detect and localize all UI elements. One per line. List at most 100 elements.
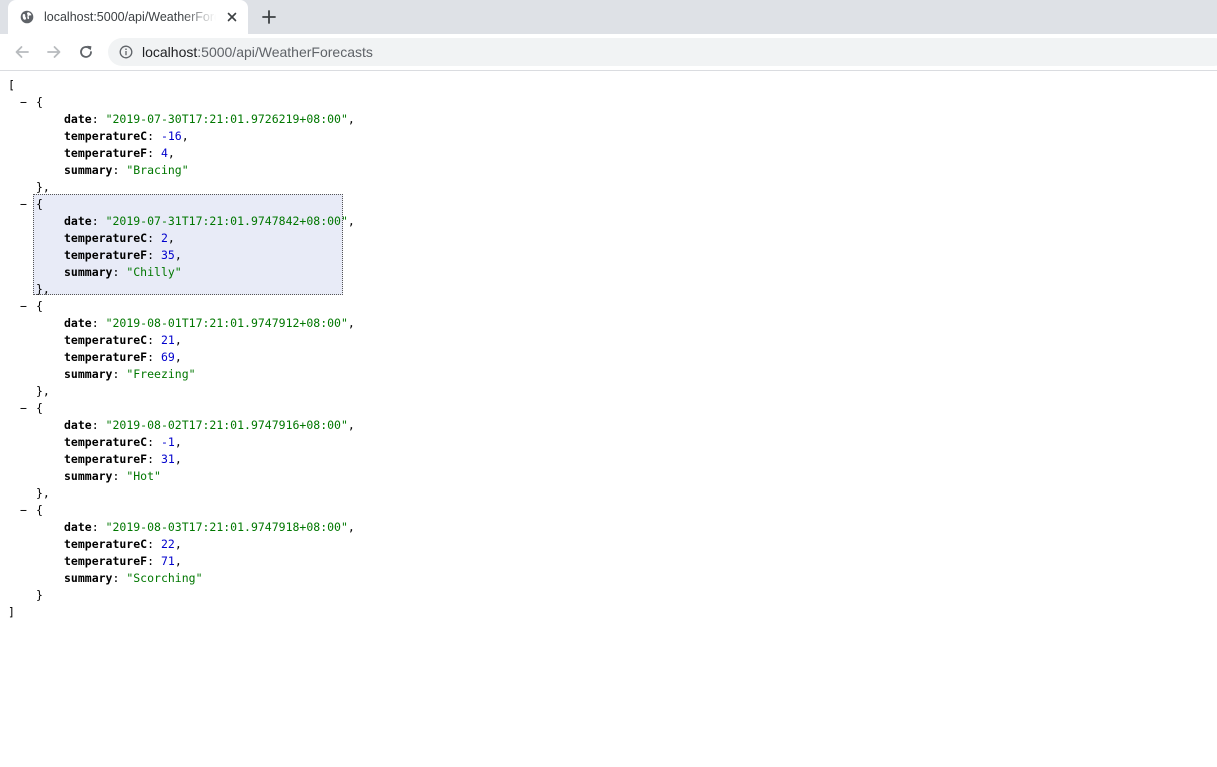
json-property-temperatureF: temperatureF: 31, [64, 451, 182, 468]
json-object-open: { [36, 94, 43, 111]
json-object-open: { [36, 400, 43, 417]
globe-icon [20, 10, 34, 24]
json-colon: : [91, 112, 106, 126]
json-key: temperatureC [64, 333, 148, 347]
json-colon: : [147, 231, 161, 245]
url-path: :5000/api/WeatherForecasts [197, 44, 373, 60]
browser-tab[interactable]: localhost:5000/api/WeatherForecasts [8, 0, 248, 34]
bracket: [ [8, 78, 15, 92]
close-icon[interactable] [224, 9, 240, 25]
json-key: summary [64, 367, 113, 381]
collapse-toggle[interactable]: − [20, 196, 27, 213]
tab-strip: localhost:5000/api/WeatherForecasts [0, 0, 1217, 34]
json-property-date: date: "2019-07-30T17:21:01.9726219+08:00… [64, 111, 355, 128]
json-key: date [64, 520, 92, 534]
brace: { [36, 401, 43, 415]
json-value: 35 [160, 248, 175, 262]
json-key: temperatureC [64, 537, 148, 551]
json-object-open: { [36, 196, 43, 213]
json-property-temperatureF: temperatureF: 69, [64, 349, 182, 366]
info-icon[interactable] [119, 45, 133, 59]
json-property-date: date: "2019-08-02T17:21:01.9747916+08:00… [64, 417, 355, 434]
json-value: 69 [160, 350, 175, 364]
json-object-close: }, [36, 485, 50, 502]
json-colon: : [147, 248, 161, 262]
json-value: "Scorching" [126, 571, 203, 585]
tab-title: localhost:5000/api/WeatherForecasts [44, 10, 216, 24]
json-object-open: { [36, 298, 43, 315]
json-key: date [64, 418, 92, 432]
json-comma: , [347, 418, 355, 432]
json-colon: : [147, 537, 161, 551]
brace: }, [36, 282, 50, 296]
collapse-toggle[interactable]: − [20, 400, 27, 417]
bracket: ] [8, 605, 15, 619]
json-key: temperatureF [64, 452, 148, 466]
json-key: temperatureF [64, 350, 148, 364]
url-text[interactable]: localhost:5000/api/WeatherForecasts [142, 38, 373, 66]
json-colon: : [112, 367, 127, 381]
brace: { [36, 197, 43, 211]
json-property-summary: summary: "Hot" [64, 468, 161, 485]
brace: }, [36, 180, 50, 194]
collapse-toggle[interactable]: − [20, 298, 27, 315]
json-property-summary: summary: "Chilly" [64, 264, 182, 281]
json-colon: : [112, 571, 127, 585]
json-value: 21 [160, 333, 175, 347]
json-comma: , [167, 146, 175, 160]
brace: } [36, 588, 43, 602]
json-value: "Chilly" [126, 265, 182, 279]
json-array-close: ] [8, 604, 15, 621]
json-colon: : [91, 418, 106, 432]
arrow-left-icon[interactable] [13, 43, 31, 61]
json-comma: , [167, 231, 175, 245]
json-property-summary: summary: "Freezing" [64, 366, 196, 383]
json-colon: : [147, 435, 161, 449]
url-host: localhost [142, 44, 198, 60]
browser-toolbar: localhost:5000/api/WeatherForecasts [0, 34, 1217, 71]
json-value: "2019-08-03T17:21:01.9747918+08:00" [105, 520, 348, 534]
json-key: summary [64, 469, 113, 483]
json-colon: : [91, 520, 106, 534]
json-value: 31 [160, 452, 175, 466]
json-colon: : [147, 350, 161, 364]
json-comma: , [174, 248, 182, 262]
json-property-temperatureF: temperatureF: 71, [64, 553, 182, 570]
json-key: temperatureC [64, 231, 148, 245]
json-comma: , [347, 520, 355, 534]
json-key: summary [64, 265, 113, 279]
json-colon: : [91, 214, 106, 228]
json-value: "Hot" [126, 469, 161, 483]
json-colon: : [147, 333, 161, 347]
brace: }, [36, 486, 50, 500]
json-object-close: }, [36, 179, 50, 196]
json-comma: , [174, 537, 182, 551]
plus-icon[interactable] [260, 8, 278, 26]
json-comma: , [347, 112, 355, 126]
json-property-summary: summary: "Bracing" [64, 162, 189, 179]
json-value: 71 [160, 554, 175, 568]
json-array-open: [ [8, 77, 15, 94]
brace: }, [36, 384, 50, 398]
json-key: date [64, 112, 92, 126]
json-colon: : [112, 469, 127, 483]
json-colon: : [147, 129, 161, 143]
json-comma: , [347, 214, 355, 228]
json-value: 4 [160, 146, 168, 160]
json-comma: , [174, 350, 182, 364]
reload-icon[interactable] [77, 43, 95, 61]
json-colon: : [147, 452, 161, 466]
brace: { [36, 95, 43, 109]
json-value: "2019-07-31T17:21:01.9747842+08:00" [105, 214, 348, 228]
address-bar[interactable]: localhost:5000/api/WeatherForecasts [108, 38, 1217, 66]
collapse-toggle[interactable]: − [20, 502, 27, 519]
json-property-date: date: "2019-08-01T17:21:01.9747912+08:00… [64, 315, 355, 332]
json-key: date [64, 214, 92, 228]
collapse-toggle[interactable]: − [20, 94, 27, 111]
json-property-temperatureC: temperatureC: 21, [64, 332, 182, 349]
json-value: "2019-07-30T17:21:01.9726219+08:00" [105, 112, 348, 126]
json-property-temperatureC: temperatureC: -1, [64, 434, 182, 451]
arrow-right-icon[interactable] [45, 43, 63, 61]
json-property-temperatureC: temperatureC: 22, [64, 536, 182, 553]
json-property-summary: summary: "Scorching" [64, 570, 203, 587]
